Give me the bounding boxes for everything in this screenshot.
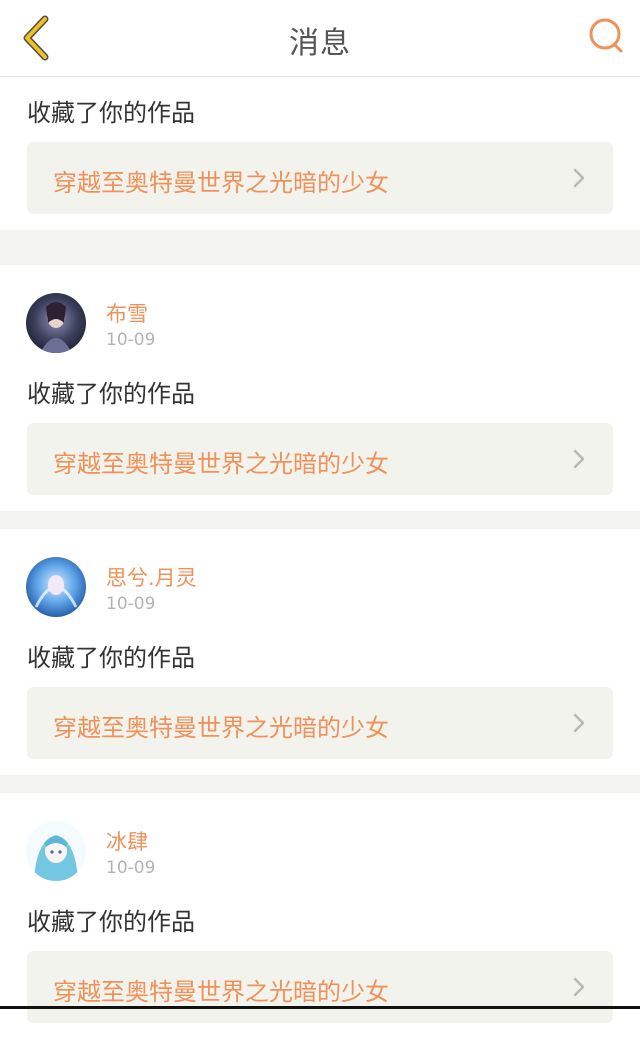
notification-card: 思兮.月灵 10-09 收藏了你的作品 穿越至奥特曼世界之光暗的少女 <box>0 529 640 775</box>
action-text: 收藏了你的作品 <box>27 99 195 127</box>
avatar[interactable] <box>26 557 86 617</box>
chevron-right-icon <box>573 977 585 997</box>
chevron-right-icon <box>573 168 585 188</box>
action-text: 收藏了你的作品 <box>27 644 195 672</box>
username[interactable]: 冰肆 <box>106 826 148 856</box>
work-title: 穿越至奥特曼世界之光暗的少女 <box>53 978 389 1006</box>
work-link[interactable]: 穿越至奥特曼世界之光暗的少女 <box>27 951 613 1023</box>
username[interactable]: 布雪 <box>106 298 148 328</box>
search-button[interactable] <box>584 14 628 58</box>
work-link[interactable]: 穿越至奥特曼世界之光暗的少女 <box>27 687 613 759</box>
page-title: 消息 <box>289 26 351 61</box>
chevron-right-icon <box>573 449 585 469</box>
avatar[interactable] <box>26 821 86 881</box>
work-title: 穿越至奥特曼世界之光暗的少女 <box>53 450 389 478</box>
avatar[interactable] <box>26 293 86 353</box>
notification-date: 10-09 <box>106 330 156 350</box>
work-link[interactable]: 穿越至奥特曼世界之光暗的少女 <box>27 423 613 495</box>
top-bar: 消息 <box>0 0 640 77</box>
notification-card: 冰肆 10-09 收藏了你的作品 穿越至奥特曼世界之光暗的少女 <box>0 793 640 1039</box>
chevron-right-icon <box>573 713 585 733</box>
notification-card: 布雪 10-09 收藏了你的作品 穿越至奥特曼世界之光暗的少女 <box>0 265 640 511</box>
work-link[interactable]: 穿越至奥特曼世界之光暗的少女 <box>27 142 613 214</box>
action-text: 收藏了你的作品 <box>27 380 195 408</box>
notification-date: 10-09 <box>106 858 156 878</box>
username[interactable]: 思兮.月灵 <box>106 562 197 592</box>
work-title: 穿越至奥特曼世界之光暗的少女 <box>53 714 389 742</box>
search-icon <box>589 18 623 53</box>
action-text: 收藏了你的作品 <box>27 908 195 936</box>
notification-date: 10-09 <box>106 594 156 614</box>
work-title: 穿越至奥特曼世界之光暗的少女 <box>53 169 389 197</box>
